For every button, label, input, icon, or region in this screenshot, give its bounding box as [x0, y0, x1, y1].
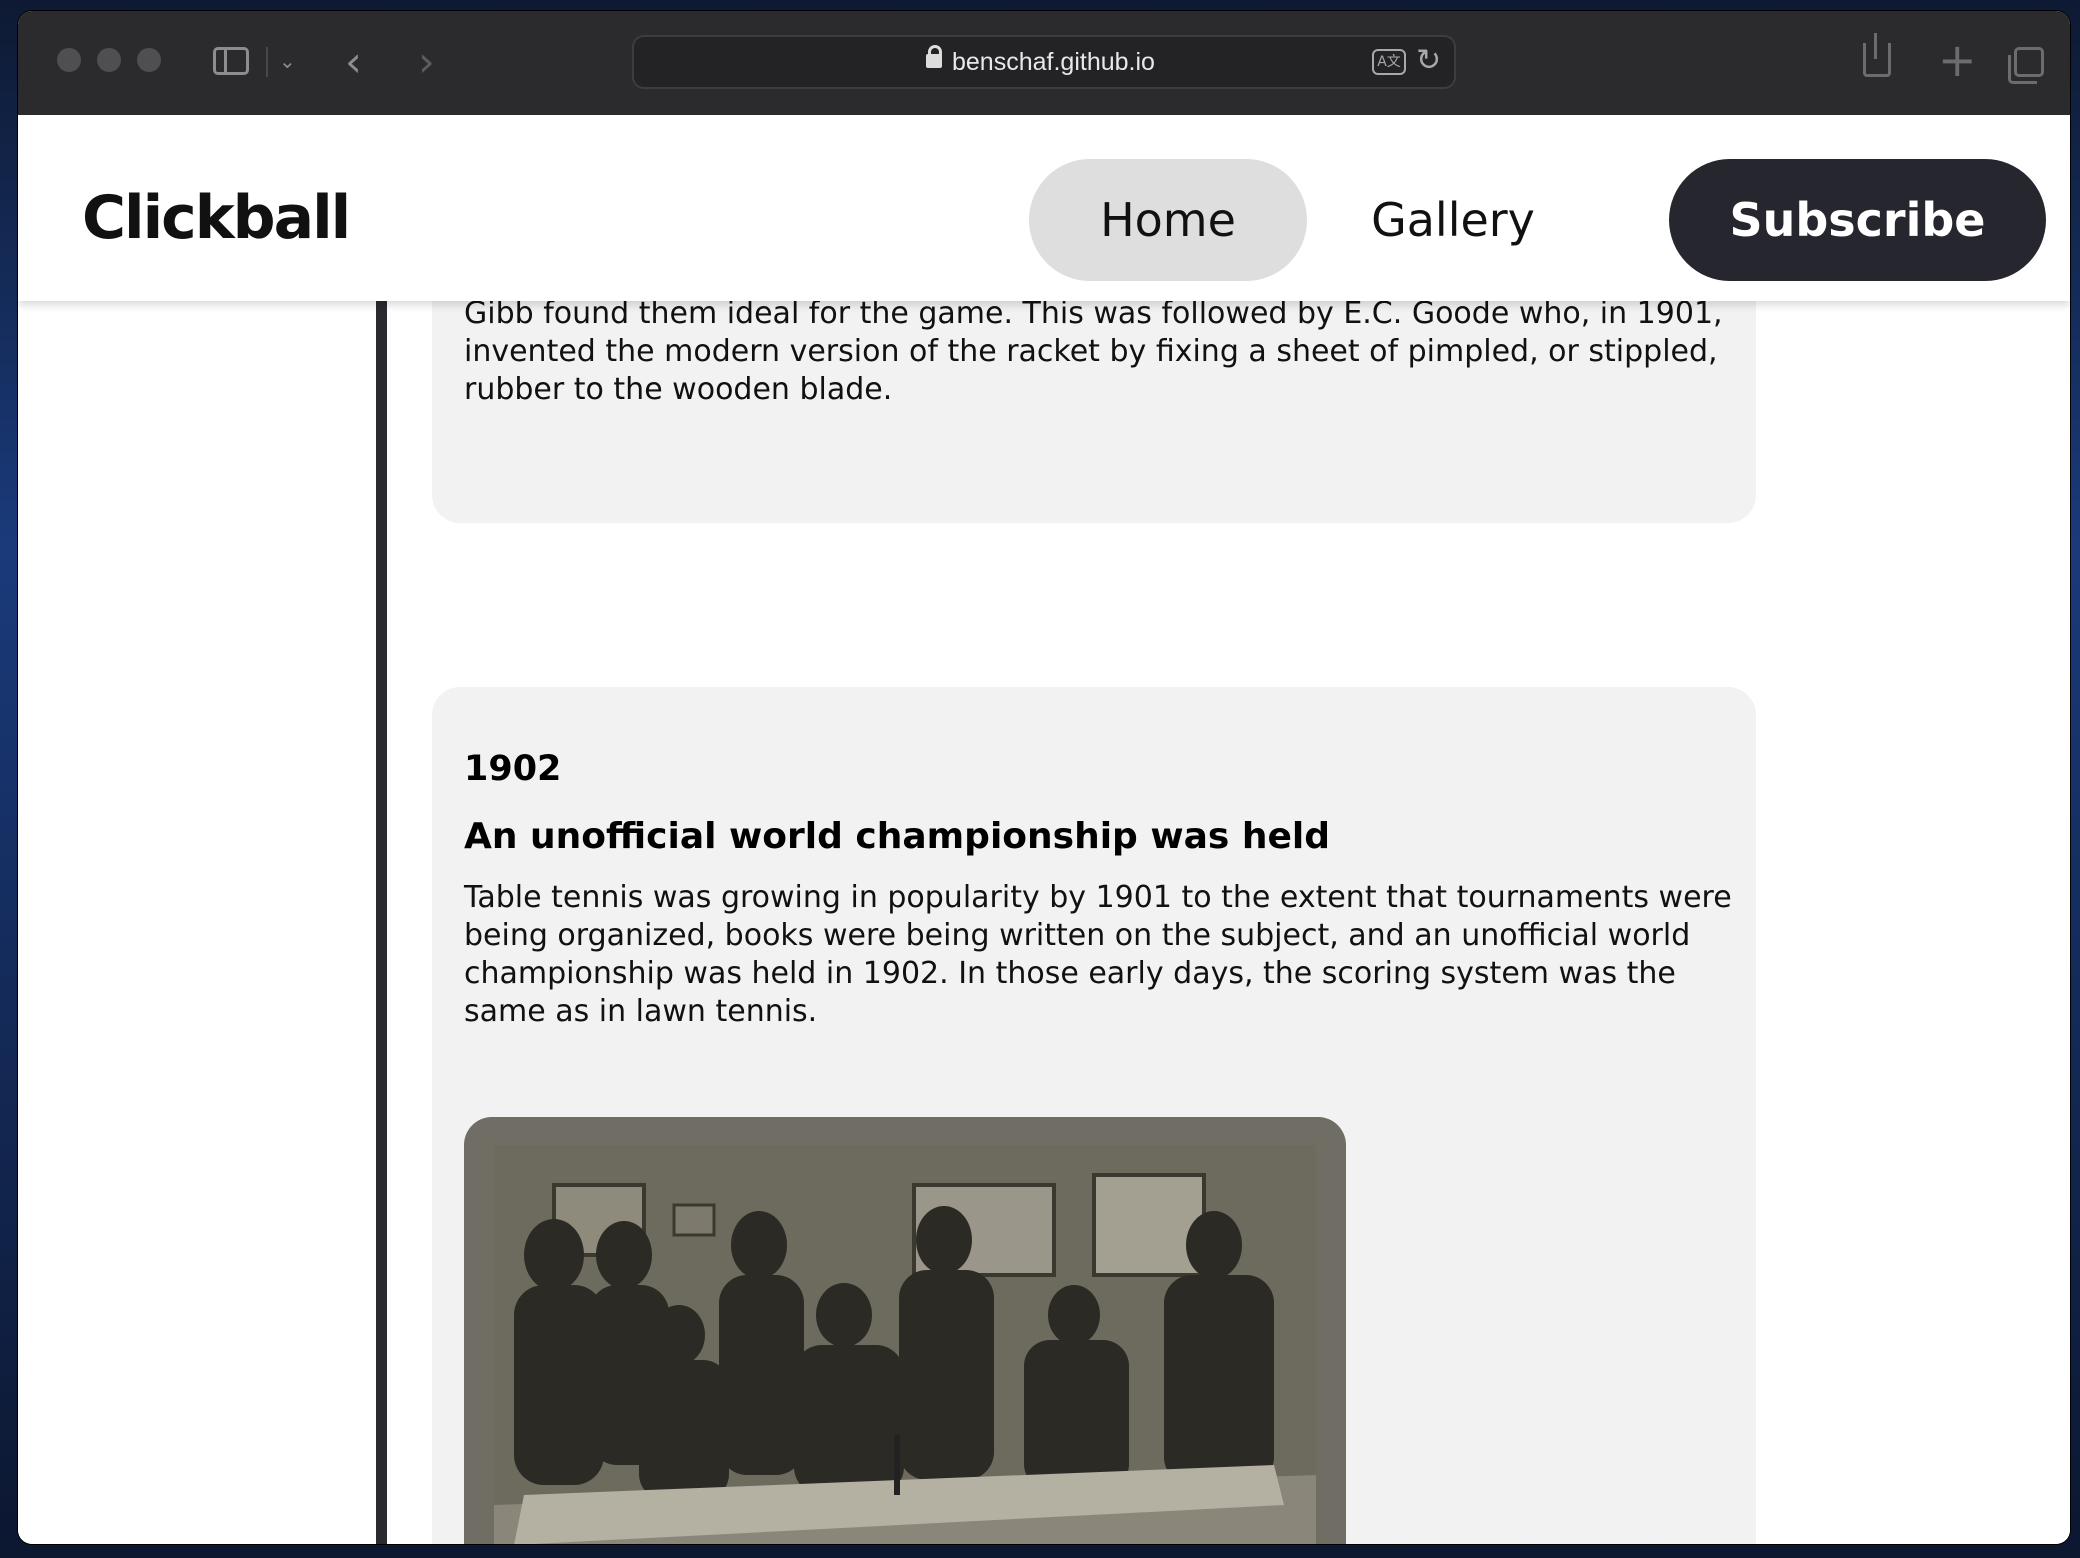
timeline-line [376, 115, 387, 1544]
close-window-button[interactable] [57, 48, 81, 72]
browser-window: ⌄ ‹ › benschaf.github.io A文 ↻ + Gibb fou… [18, 11, 2070, 1544]
site-logo[interactable]: Clickball [82, 183, 351, 253]
address-bar[interactable]: benschaf.github.io A文 ↻ [632, 35, 1456, 89]
historical-photo [494, 1145, 1316, 1544]
reload-icon[interactable]: ↻ [1416, 43, 1441, 78]
share-icon[interactable] [1863, 33, 1891, 77]
url-text: benschaf.github.io [952, 48, 1155, 76]
sidebar-icon[interactable] [213, 47, 249, 75]
toolbar-divider [266, 47, 268, 77]
timeline-card: 1902 An unofficial world championship wa… [432, 687, 1756, 1544]
back-icon[interactable]: ‹ [345, 37, 362, 86]
chevron-down-icon[interactable]: ⌄ [279, 49, 296, 73]
minimize-window-button[interactable] [97, 48, 121, 72]
translate-icon[interactable]: A文 [1372, 49, 1406, 75]
tabs-overview-icon[interactable] [2008, 47, 2044, 84]
new-tab-icon[interactable]: + [1938, 33, 1977, 87]
page-viewport: Gibb found them ideal for the game. This… [18, 115, 2070, 1544]
subscribe-button[interactable]: Subscribe [1669, 159, 2046, 281]
nav-home-link[interactable]: Home [1029, 159, 1307, 281]
forward-icon[interactable]: › [418, 37, 435, 86]
card-year: 1902 [464, 749, 562, 789]
card-title: An unofficial world championship was hel… [464, 816, 1331, 857]
card-image [464, 1117, 1346, 1544]
card-body-text: Table tennis was growing in popularity b… [464, 880, 1732, 1029]
maximize-window-button[interactable] [137, 48, 161, 72]
site-header: Clickball Home Gallery Subscribe [18, 115, 2070, 301]
nav-gallery-link[interactable]: Gallery [1333, 159, 1573, 281]
card-body-text: Gibb found them ideal for the game. This… [464, 296, 1723, 407]
photo-illustration [494, 1145, 1316, 1544]
lock-icon [926, 45, 942, 68]
browser-toolbar: ⌄ ‹ › benschaf.github.io A文 ↻ + [18, 11, 2070, 116]
